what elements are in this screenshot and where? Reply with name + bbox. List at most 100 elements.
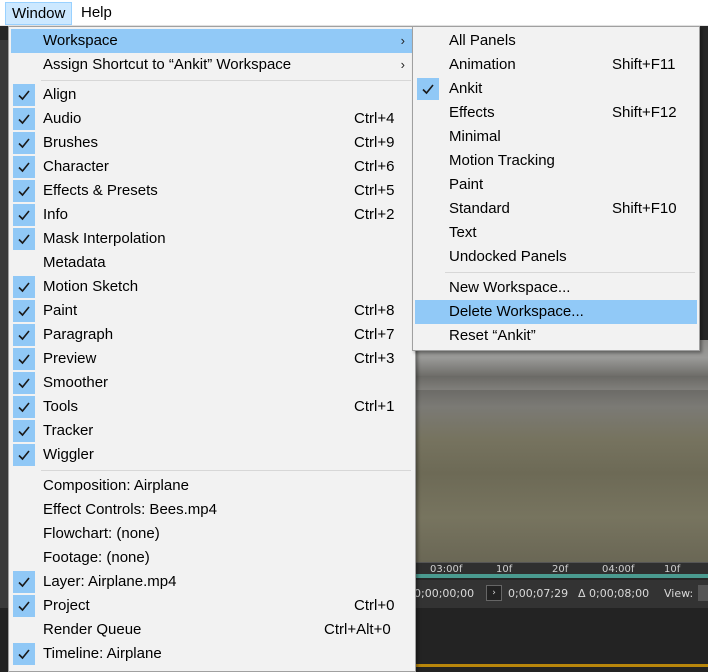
check-icon (13, 84, 35, 106)
menu-item-panel[interactable]: Smoother (11, 371, 413, 395)
menu-item-shortcut: Ctrl+0 (354, 597, 395, 614)
menu-item-panel[interactable]: Paragraph Ctrl+7 (11, 323, 413, 347)
menu-item-panel[interactable]: Audio Ctrl+4 (11, 107, 413, 131)
menu-item-panel[interactable]: Preview Ctrl+3 (11, 347, 413, 371)
menu-item-label: All Panels (449, 32, 516, 49)
timecode-toggle-button[interactable]: › (486, 585, 502, 601)
menu-item-panel[interactable]: Align (11, 83, 413, 107)
menu-item-shortcut: Ctrl+7 (354, 326, 395, 343)
menu-item-workspace-action[interactable]: Reset “Ankit” (415, 324, 697, 348)
menu-item-label: Undocked Panels (449, 248, 567, 265)
menu-item-label: Footage: (none) (43, 549, 150, 566)
menu-item-panel[interactable]: Motion Sketch (11, 275, 413, 299)
menu-item-label: Reset “Ankit” (449, 327, 536, 344)
timecode-duration[interactable]: Δ 0;00;08;00 (578, 587, 649, 600)
menu-item-workspace-option[interactable]: Effects Shift+F12 (415, 101, 697, 125)
menu-item-panel[interactable]: Tools Ctrl+1 (11, 395, 413, 419)
menu-item-workspace[interactable]: Workspace › (11, 29, 413, 53)
menu-item-shortcut: Shift+F11 (612, 56, 676, 73)
menu-item-panel[interactable]: Metadata (11, 251, 413, 275)
menu-item-workspace-option[interactable]: All Panels (415, 29, 697, 53)
menu-item-shortcut: Ctrl+8 (354, 302, 395, 319)
menu-item-label: Brushes (43, 134, 99, 151)
menu-item-workspace-option[interactable]: Text (415, 221, 697, 245)
view-select[interactable] (698, 585, 708, 601)
menu-item-workspace-option[interactable]: Motion Tracking (415, 149, 697, 173)
menu-item-label: Minimal (449, 128, 501, 145)
check-icon (13, 300, 35, 322)
check-icon (417, 78, 439, 100)
menu-item-workspace-option[interactable]: Undocked Panels (415, 245, 697, 269)
menu-item-label: Metadata (43, 254, 106, 271)
menu-item-label: Workspace (43, 32, 118, 49)
menu-item-viewer[interactable]: Render Queue Ctrl+Alt+0 (11, 618, 413, 642)
menu-item-workspace-option[interactable]: Standard Shift+F10 (415, 197, 697, 221)
menu-item-label: Info (43, 206, 69, 223)
menu-item-label: Motion Sketch (43, 278, 139, 295)
menu-item-shortcut: Ctrl+2 (354, 206, 395, 223)
menu-item-workspace-action[interactable]: Delete Workspace... (415, 300, 697, 324)
menu-item-label: Assign Shortcut to “Ankit” Workspace (43, 56, 292, 73)
menu-separator (41, 80, 411, 81)
chevron-right-icon: › (400, 57, 405, 72)
menu-item-panel[interactable]: Effects & Presets Ctrl+5 (11, 179, 413, 203)
menu-item-panel[interactable]: Info Ctrl+2 (11, 203, 413, 227)
timecode-start[interactable]: 0;00;00;00 (414, 587, 474, 600)
menu-item-workspace-option[interactable]: Paint (415, 173, 697, 197)
menu-item-workspace-option[interactable]: Animation Shift+F11 (415, 53, 697, 77)
check-icon (13, 444, 35, 466)
menu-item-shortcut: Shift+F12 (612, 104, 677, 121)
menu-item-viewer[interactable]: Layer: Airplane.mp4 (11, 570, 413, 594)
check-icon (13, 180, 35, 202)
menu-item-label: Character (43, 158, 109, 175)
menu-item-viewer[interactable]: Footage: (none) (11, 546, 413, 570)
window-menu: Workspace › Assign Shortcut to “Ankit” Wor… (8, 26, 416, 672)
menu-item-label: Render Queue (43, 621, 142, 638)
work-area-bar[interactable] (416, 574, 708, 578)
menu-item-panel[interactable]: Brushes Ctrl+9 (11, 131, 413, 155)
menu-item-panel[interactable]: Character Ctrl+6 (11, 155, 413, 179)
menu-item-viewer[interactable]: Project Ctrl+0 (11, 594, 413, 618)
check-icon (13, 132, 35, 154)
menu-window[interactable]: Window (5, 2, 73, 25)
menu-item-panel[interactable]: Paint Ctrl+8 (11, 299, 413, 323)
check-icon (13, 156, 35, 178)
menu-item-workspace-action[interactable]: New Workspace... (415, 276, 697, 300)
menu-item-label: Paint (449, 176, 484, 193)
timecode-end[interactable]: 0;00;07;29 (508, 587, 568, 600)
menu-item-label: Delete Workspace... (449, 303, 584, 320)
menu-item-label: Timeline: Airplane (43, 645, 162, 662)
menu-item-label: Wiggler (43, 446, 94, 463)
check-icon (13, 108, 35, 130)
check-icon (13, 396, 35, 418)
check-icon (13, 643, 35, 665)
menu-item-label: Paragraph (43, 326, 114, 343)
menu-item-label: Motion Tracking (449, 152, 555, 169)
menu-item-label: Tools (43, 398, 79, 415)
menu-item-label: Effects & Presets (43, 182, 158, 199)
check-icon (13, 276, 35, 298)
menu-item-shortcut: Shift+F10 (612, 200, 677, 217)
menu-item-label: Layer: Airplane.mp4 (43, 573, 177, 590)
menu-item-panel[interactable]: Tracker (11, 419, 413, 443)
menu-item-viewer[interactable]: Composition: Airplane (11, 474, 413, 498)
menu-help[interactable]: Help (75, 2, 118, 25)
menu-item-label: Smoother (43, 374, 109, 391)
menu-item-viewer[interactable]: Timeline: Airplane (11, 642, 413, 666)
menu-item-label: Standard (449, 200, 510, 217)
menu-item-viewer[interactable]: Effect Controls: Bees.mp4 (11, 498, 413, 522)
menu-item-shortcut: Ctrl+4 (354, 110, 395, 127)
menu-item-panel[interactable]: Mask Interpolation (11, 227, 413, 251)
menu-separator (41, 470, 411, 471)
menu-item-workspace-option[interactable]: Minimal (415, 125, 697, 149)
menu-item-label: Effect Controls: Bees.mp4 (43, 501, 217, 518)
menu-bar: Window Help (0, 0, 708, 26)
menu-item-viewer[interactable]: Flowchart: (none) (11, 522, 413, 546)
menu-item-workspace-option[interactable]: Ankit (415, 77, 697, 101)
menu-item-label: Paint (43, 302, 78, 319)
check-icon (13, 571, 35, 593)
menu-item-panel[interactable]: Wiggler (11, 443, 413, 467)
check-icon (13, 348, 35, 370)
menu-item-shortcut: Ctrl+3 (354, 350, 395, 367)
menu-item-assign-shortcut[interactable]: Assign Shortcut to “Ankit” Workspace › (11, 53, 413, 77)
